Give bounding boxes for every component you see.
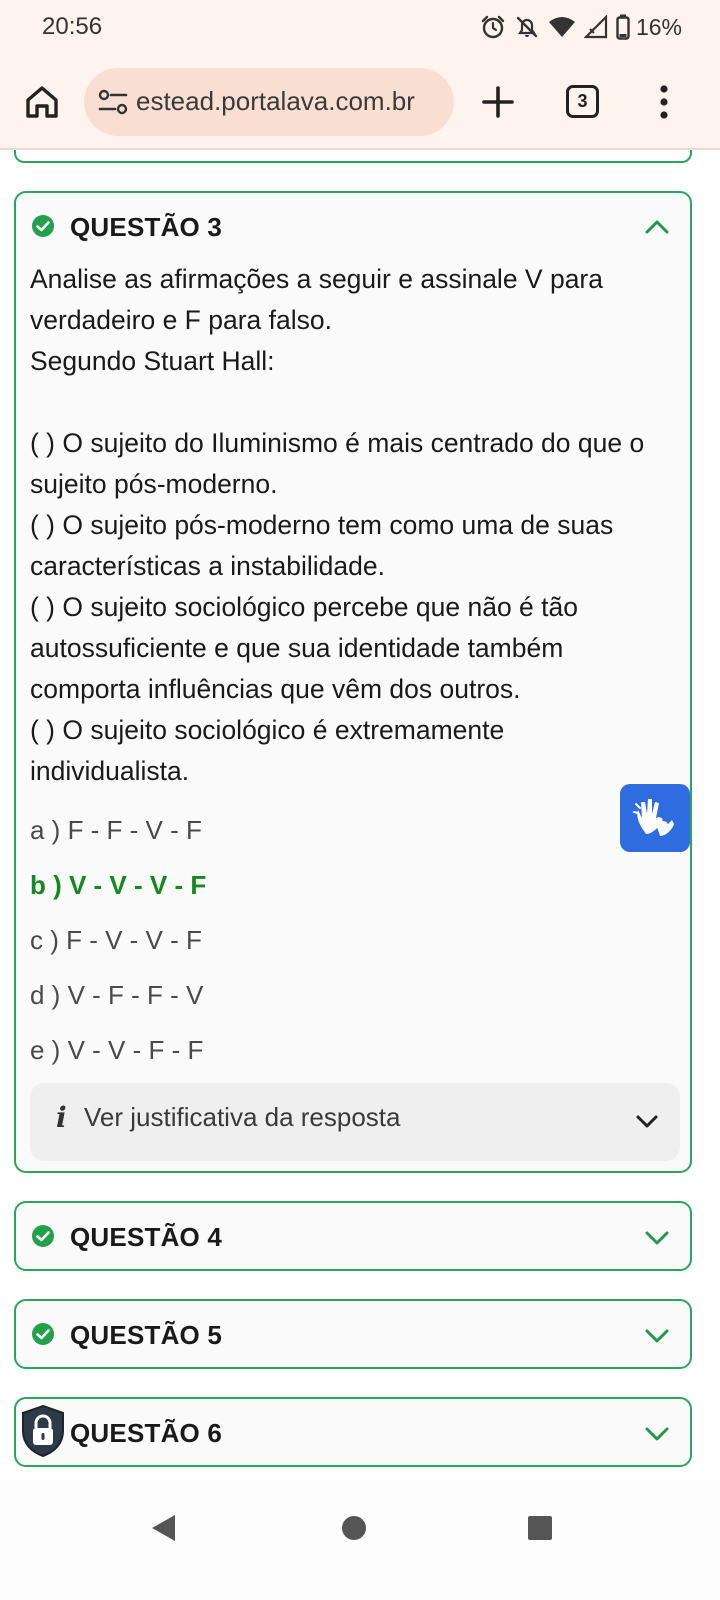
- question-text-line: verdadeiro e F para falso.: [30, 305, 332, 335]
- chevron-up-icon[interactable]: [644, 215, 670, 239]
- question-5-title: QUESTÃO 5: [70, 1320, 223, 1350]
- question-text-line: ( ) O sujeito sociológico percebe que nã…: [30, 592, 578, 622]
- url-text: estead.portalava.com.br: [136, 86, 415, 116]
- question-text-line: Analise as afirmações a seguir e assinal…: [30, 264, 603, 294]
- wifi-icon: [548, 17, 575, 37]
- chevron-down-icon[interactable]: [644, 1421, 670, 1445]
- option-c[interactable]: c ) F - V - V - F: [30, 925, 202, 956]
- option-a[interactable]: a ) F - F - V - F: [30, 815, 202, 846]
- tabs-icon[interactable]: 3: [566, 85, 599, 118]
- home-icon[interactable]: [22, 82, 62, 122]
- question-text-line: comporta influências que vêm dos outros.: [30, 674, 521, 704]
- question-text-line: Segundo Stuart Hall:: [30, 346, 275, 376]
- justification-toggle[interactable]: i Ver justificativa da resposta: [30, 1083, 680, 1161]
- question-text-line: sujeito pós-moderno.: [30, 469, 278, 499]
- info-icon: i: [56, 1101, 67, 1134]
- question-text-line: autossuficiente e que sua identidade tam…: [30, 633, 564, 663]
- justification-label: Ver justificativa da resposta: [84, 1102, 401, 1132]
- signal-icon: [583, 15, 608, 39]
- question-text-line: individualista.: [30, 756, 190, 786]
- question-text-line: ( ) O sujeito sociológico é extremamente: [30, 715, 505, 745]
- battery-percent: 16%: [635, 13, 682, 40]
- chevron-down-icon[interactable]: [644, 1323, 670, 1347]
- sign-language-button[interactable]: [620, 784, 690, 852]
- check-circle-icon: [32, 1323, 54, 1345]
- question-4-card[interactable]: QUESTÃO 4: [14, 1201, 692, 1271]
- previous-question-card: [14, 150, 692, 163]
- question-4-header[interactable]: QUESTÃO 4: [16, 1203, 690, 1269]
- question-3-title: QUESTÃO 3: [70, 212, 223, 242]
- question-6-title: QUESTÃO 6: [70, 1418, 223, 1448]
- alarm-icon: [481, 15, 505, 39]
- question-3-header[interactable]: QUESTÃO 3: [16, 193, 690, 259]
- lock-shield-icon: [22, 1404, 64, 1458]
- chevron-down-icon: [636, 1115, 658, 1128]
- question-text-line: ( ) O sujeito do Iluminismo é mais centr…: [30, 428, 645, 458]
- question-6-header[interactable]: QUESTÃO 6: [16, 1399, 690, 1465]
- status-icons: 16%: [480, 12, 682, 42]
- question-text-line: [30, 382, 680, 423]
- question-4-title: QUESTÃO 4: [70, 1222, 223, 1252]
- status-time: 20:56: [42, 13, 103, 40]
- browser-toolbar: estead.portalava.com.br 3: [0, 56, 720, 148]
- page-content: QUESTÃO 3 Analise as afirmações a seguir…: [0, 150, 720, 1480]
- question-text-line: ( ) O sujeito pós-moderno tem como uma d…: [30, 510, 614, 540]
- question-3-card: QUESTÃO 3 Analise as afirmações a seguir…: [14, 191, 692, 1173]
- recent-apps-icon[interactable]: [526, 1514, 554, 1542]
- battery-icon: [616, 14, 630, 40]
- chevron-down-icon[interactable]: [644, 1225, 670, 1249]
- address-bar[interactable]: estead.portalava.com.br: [84, 68, 454, 136]
- plus-icon[interactable]: [480, 84, 516, 120]
- question-5-card[interactable]: QUESTÃO 5: [14, 1299, 692, 1369]
- home-nav-icon[interactable]: [340, 1514, 368, 1542]
- option-d[interactable]: d ) V - F - F - V: [30, 980, 203, 1011]
- question-text-line: características a instabilidade.: [30, 551, 385, 581]
- back-icon[interactable]: [149, 1513, 177, 1543]
- question-3-text: Analise as afirmações a seguir e assinal…: [30, 259, 680, 792]
- question-5-header[interactable]: QUESTÃO 5: [16, 1301, 690, 1367]
- system-nav-bar: [0, 1480, 720, 1600]
- more-menu-icon[interactable]: [656, 84, 672, 120]
- option-b-correct[interactable]: b ) V - V - V - F: [30, 870, 206, 901]
- sign-language-hands-icon: [633, 799, 674, 836]
- notifications-off-icon: [516, 16, 538, 38]
- site-info-icon[interactable]: [98, 88, 128, 116]
- check-circle-icon: [32, 215, 54, 237]
- status-bar: 20:56 16%: [0, 0, 720, 56]
- question-6-card[interactable]: QUESTÃO 6: [14, 1397, 692, 1467]
- check-circle-icon: [32, 1225, 54, 1247]
- option-e[interactable]: e ) V - V - F - F: [30, 1035, 203, 1066]
